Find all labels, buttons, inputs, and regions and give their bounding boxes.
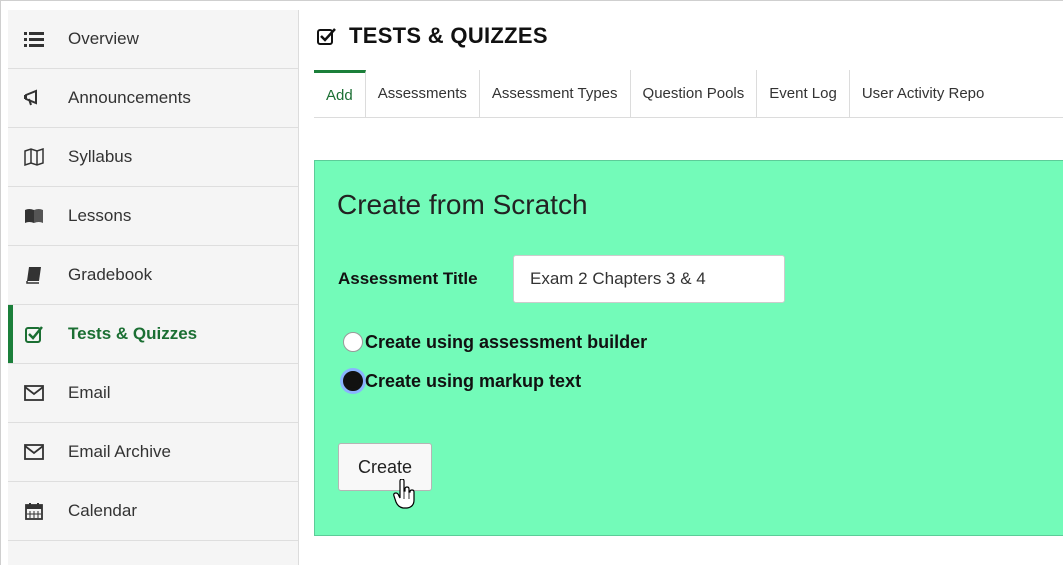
tab-question-pools[interactable]: Question Pools — [631, 70, 758, 117]
page-title: TESTS & QUIZZES — [317, 20, 548, 52]
tab-assessment-types[interactable]: Assessment Types — [480, 70, 631, 117]
panel-title: Create from Scratch — [337, 189, 588, 220]
option-label: Create using assessment builder — [365, 331, 648, 352]
page-title-text: TESTS & QUIZZES — [349, 23, 548, 48]
create-button[interactable]: Create — [338, 443, 432, 491]
option-label: Create using markup text — [365, 370, 582, 391]
option-assessment-builder[interactable]: Create using assessment builder — [343, 329, 647, 355]
tab-add[interactable]: Add — [314, 70, 366, 117]
sidebar-item-label: Announcements — [68, 88, 191, 107]
tab-event-log[interactable]: Event Log — [757, 70, 850, 117]
sidebar-item-label: Lessons — [68, 206, 132, 225]
checkbox-icon — [317, 26, 337, 46]
assessment-title-input[interactable] — [513, 255, 785, 303]
megaphone-icon — [24, 88, 44, 108]
map-icon — [24, 147, 44, 167]
sidebar-item-overview[interactable]: Overview — [8, 10, 298, 69]
calendar-icon — [24, 501, 44, 521]
sidebar-item-label: Syllabus — [68, 147, 133, 166]
tab-user-activity-report[interactable]: User Activity Repo — [850, 70, 997, 117]
list-icon — [24, 29, 44, 49]
envelope-icon — [24, 383, 44, 403]
sidebar-item-calendar[interactable]: Calendar — [8, 482, 298, 541]
sidebar-item-label: Email — [68, 383, 111, 402]
book-open-icon — [24, 206, 44, 226]
sidebar-item-syllabus[interactable]: Syllabus — [8, 128, 298, 187]
radio-markup-text[interactable] — [343, 371, 363, 391]
sidebar-item-email-archive[interactable]: Email Archive — [8, 423, 298, 482]
hand-pointer-icon — [393, 479, 415, 509]
option-markup-text[interactable]: Create using markup text — [343, 368, 581, 394]
sidebar: Overview Announcements Syllabus Lessons … — [8, 10, 299, 565]
sidebar-item-label: Tests & Quizzes — [68, 324, 198, 343]
sidebar-item-label: Gradebook — [68, 265, 153, 284]
create-from-scratch-panel: Create from Scratch Assessment Title Cre… — [314, 160, 1063, 536]
sidebar-item-lessons[interactable]: Lessons — [8, 187, 298, 246]
envelope-icon — [24, 442, 44, 462]
sidebar-item-gradebook[interactable]: Gradebook — [8, 246, 298, 305]
assessment-title-label: Assessment Title — [338, 269, 478, 288]
sidebar-item-label: Calendar — [68, 501, 137, 520]
checkbox-icon — [24, 324, 44, 344]
tab-assessments[interactable]: Assessments — [366, 70, 480, 117]
radio-assessment-builder[interactable] — [343, 332, 363, 352]
sidebar-item-tests-quizzes[interactable]: Tests & Quizzes — [8, 305, 298, 364]
sidebar-item-announcements[interactable]: Announcements — [8, 69, 298, 128]
book-icon — [24, 265, 44, 285]
sidebar-item-email[interactable]: Email — [8, 364, 298, 423]
tool-tabs: Add Assessments Assessment Types Questio… — [314, 70, 1063, 118]
sidebar-item-label: Overview — [68, 29, 139, 48]
sidebar-item-label: Email Archive — [68, 442, 171, 461]
